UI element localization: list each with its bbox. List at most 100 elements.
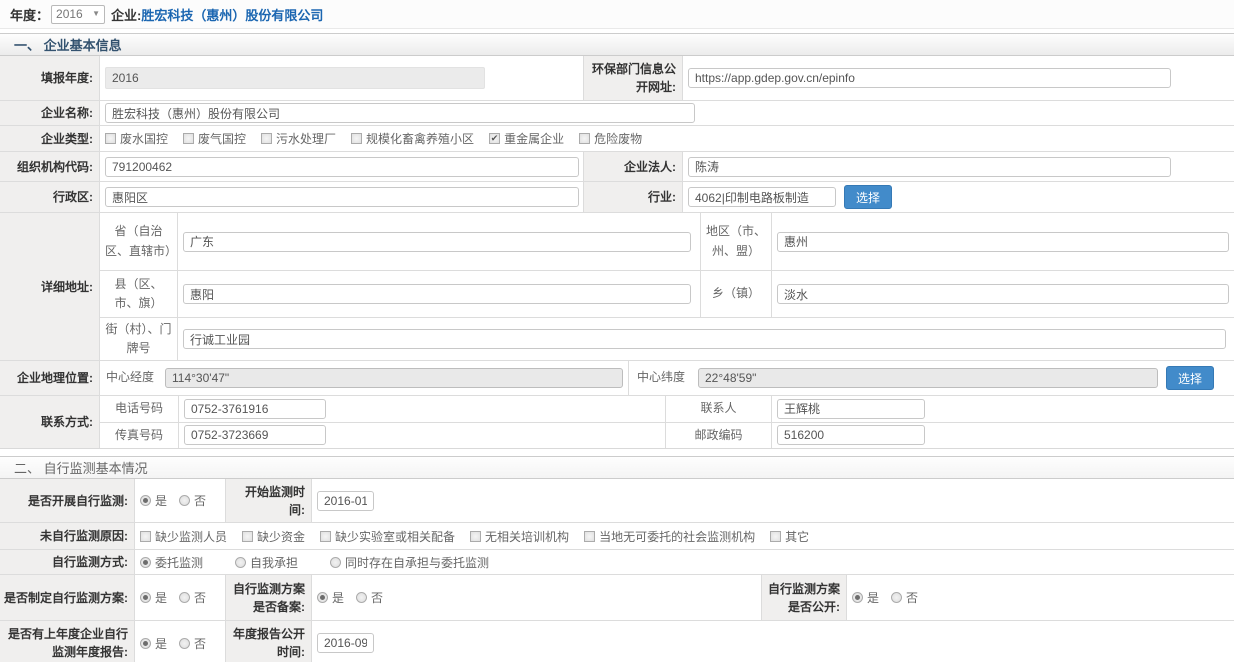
plan-public-options: 是 否 <box>847 575 1234 620</box>
topbar: 年度： 2016 ▼ 企业: 胜宏科技（惠州）股份有限公司 <box>0 0 1234 29</box>
has-plan-no-radio[interactable]: 否 <box>179 589 206 606</box>
address-row-province: 省（自治区、直辖市） 地区（市、州、盟） <box>100 213 1234 271</box>
last-report-yes-radio[interactable]: 是 <box>140 635 167 652</box>
radio-icon <box>179 638 190 649</box>
radio-icon <box>140 557 151 568</box>
legal-person-cell <box>683 152 1234 181</box>
plan-public-yes-radio[interactable]: 是 <box>852 589 879 606</box>
fill-year-label: 填报年度: <box>0 56 100 100</box>
contact-row-fax: 传真号码 邮政编码 <box>100 423 1234 449</box>
env-url-input[interactable] <box>688 68 1171 88</box>
plan-filed-no-radio[interactable]: 否 <box>356 589 383 606</box>
lat-label: 中心纬度 <box>628 361 693 395</box>
county-label: 县（区、市、旗） <box>100 271 178 317</box>
row-method: 自行监测方式: 委托监测 自我承担 同时存在自承担与委托监测 <box>0 550 1234 575</box>
checkbox-icon <box>320 531 331 542</box>
district-input[interactable] <box>105 187 579 207</box>
method-label: 自行监测方式: <box>0 550 135 574</box>
industry-cell: 选择 <box>683 182 1234 212</box>
radio-icon <box>235 557 246 568</box>
row-company-name: 企业名称: <box>0 101 1234 126</box>
self-monitor-yes-radio[interactable]: 是 <box>140 492 167 509</box>
report-form-page: 年度： 2016 ▼ 企业: 胜宏科技（惠州）股份有限公司 一、 企业基本信息 … <box>0 0 1234 662</box>
checkbox-hazardous-waste[interactable]: 危险废物 <box>579 130 642 147</box>
industry-input[interactable] <box>688 187 836 207</box>
has-plan-label: 是否制定自行监测方案: <box>0 575 135 620</box>
province-cell <box>178 213 700 270</box>
company-link[interactable]: 胜宏科技（惠州）股份有限公司 <box>141 5 323 24</box>
town-cell <box>772 271 1234 317</box>
checkbox-icon <box>261 133 272 144</box>
industry-select-button[interactable]: 选择 <box>844 185 892 209</box>
method-self-radio[interactable]: 自我承担 <box>235 554 298 571</box>
lng-input[interactable] <box>165 368 623 388</box>
town-input[interactable] <box>777 284 1229 304</box>
radio-icon <box>891 592 902 603</box>
plan-public-no-radio[interactable]: 否 <box>891 589 918 606</box>
start-time-input[interactable] <box>317 491 374 511</box>
radio-icon <box>140 638 151 649</box>
row-address: 详细地址: 省（自治区、直辖市） 地区（市、州、盟） 县（区、市、旗） <box>0 213 1234 361</box>
year-select[interactable]: 2016 ▼ <box>51 5 105 24</box>
district-cell <box>100 182 583 212</box>
geo-select-button[interactable]: 选择 <box>1166 366 1214 390</box>
row-self-monitor: 是否开展自行监测: 是 否 开始监测时间: <box>0 479 1234 523</box>
contact-person-input[interactable] <box>777 399 925 419</box>
checkbox-sewage-plant[interactable]: 污水处理厂 <box>261 130 336 147</box>
zip-input[interactable] <box>777 425 925 445</box>
last-report-no-radio[interactable]: 否 <box>179 635 206 652</box>
fill-year-input[interactable] <box>105 67 485 89</box>
address-row-county: 县（区、市、旗） 乡（镇） <box>100 271 1234 318</box>
checkbox-no-training[interactable]: 无相关培训机构 <box>470 528 569 545</box>
contact-person-label: 联系人 <box>665 396 772 422</box>
checkbox-icon <box>579 133 590 144</box>
section2-table: 是否开展自行监测: 是 否 开始监测时间: 未自行监测原因: 缺少监测人员 缺少… <box>0 479 1234 662</box>
has-plan-yes-radio[interactable]: 是 <box>140 589 167 606</box>
fax-input[interactable] <box>184 425 326 445</box>
city-input[interactable] <box>777 232 1229 252</box>
last-report-label: 是否有上年度企业自行监测年度报告: <box>0 621 135 662</box>
checkbox-no-funds[interactable]: 缺少资金 <box>242 528 305 545</box>
legal-person-input[interactable] <box>688 157 1171 177</box>
contact-label: 联系方式: <box>0 396 100 448</box>
radio-icon <box>330 557 341 568</box>
checkbox-icon <box>351 133 362 144</box>
report-time-input[interactable] <box>317 633 374 653</box>
checkbox-no-staff[interactable]: 缺少监测人员 <box>140 528 227 545</box>
checkbox-icon <box>470 531 481 542</box>
geo-label: 企业地理位置: <box>0 361 100 395</box>
company-name-input[interactable] <box>105 103 695 123</box>
plan-filed-yes-radio[interactable]: 是 <box>317 589 344 606</box>
checkbox-heavy-metal[interactable]: 重金属企业 <box>489 130 564 147</box>
phone-label: 电话号码 <box>100 396 179 422</box>
province-label: 省（自治区、直辖市） <box>100 213 178 270</box>
row-last-report: 是否有上年度企业自行监测年度报告: 是 否 年度报告公开时间: <box>0 621 1234 662</box>
row-no-reason: 未自行监测原因: 缺少监测人员 缺少资金 缺少实验室或相关配备 无相关培训机构 … <box>0 523 1234 550</box>
province-input[interactable] <box>183 232 691 252</box>
street-label: 街（村）、门牌号 <box>100 318 178 360</box>
company-name-label: 企业名称: <box>0 101 100 125</box>
checkbox-no-agency[interactable]: 当地无可委托的社会监测机构 <box>584 528 755 545</box>
org-code-input[interactable] <box>105 157 579 177</box>
phone-input[interactable] <box>184 399 326 419</box>
checkbox-wastewater[interactable]: 废水国控 <box>105 130 168 147</box>
last-report-options: 是 否 <box>135 621 225 662</box>
street-input[interactable] <box>183 329 1226 349</box>
method-both-radio[interactable]: 同时存在自承担与委托监测 <box>330 554 489 571</box>
self-monitor-no-radio[interactable]: 否 <box>179 492 206 509</box>
city-label: 地区（市、州、盟） <box>700 213 772 270</box>
zip-label: 邮政编码 <box>665 423 772 449</box>
checkbox-wastegas[interactable]: 废气国控 <box>183 130 246 147</box>
row-contact: 联系方式: 电话号码 联系人 传真号码 邮 <box>0 396 1234 448</box>
fax-label: 传真号码 <box>100 423 179 449</box>
lat-input[interactable] <box>698 368 1158 388</box>
county-input[interactable] <box>183 284 691 304</box>
checkbox-livestock[interactable]: 规模化畜禽养殖小区 <box>351 130 474 147</box>
checkbox-no-lab[interactable]: 缺少实验室或相关配备 <box>320 528 455 545</box>
has-plan-options: 是 否 <box>135 575 225 620</box>
checkbox-other[interactable]: 其它 <box>770 528 809 545</box>
company-label: 企业: <box>111 5 141 24</box>
method-entrusted-radio[interactable]: 委托监测 <box>140 554 203 571</box>
env-url-cell <box>683 56 1234 100</box>
row-org-code: 组织机构代码: 企业法人: <box>0 152 1234 182</box>
